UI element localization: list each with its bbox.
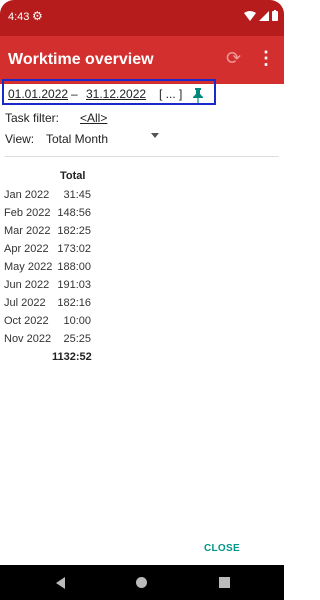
status-bar: 4:43 ⚙ — [0, 0, 284, 36]
table-row: Mar 2022 182:25 — [0, 225, 284, 243]
date-range-more-button[interactable]: [ ... ] — [159, 87, 182, 101]
close-button[interactable]: CLOSE — [204, 543, 240, 554]
task-filter-label: Task filter: — [5, 111, 60, 125]
row-value: 10:00 — [63, 315, 91, 327]
view-select[interactable]: Total Month — [46, 132, 108, 146]
signal-icon — [259, 10, 269, 21]
row-value: 182:16 — [57, 297, 91, 309]
row-month: May 2022 — [4, 261, 53, 273]
date-to[interactable]: 31.12.2022 — [86, 87, 146, 101]
table-row: Oct 2022 10:00 — [0, 315, 284, 333]
table-row: Feb 2022 148:56 — [0, 207, 284, 225]
table-header-total: Total — [60, 170, 86, 182]
more-options-icon[interactable]: ⋮ — [256, 48, 276, 69]
row-value: 25:25 — [63, 333, 91, 345]
home-icon[interactable] — [136, 577, 147, 588]
app-bar: Worktime overview ⟳ ⋮ — [0, 36, 284, 84]
row-value: 188:00 — [57, 261, 91, 273]
row-value: 182:25 — [57, 225, 91, 237]
battery-icon — [272, 10, 278, 21]
table-row: Jun 2022 191:03 — [0, 279, 284, 297]
row-month: Feb 2022 — [4, 207, 51, 219]
row-month: Jul 2022 — [4, 297, 46, 309]
status-time: 4:43 — [8, 11, 30, 23]
table-row: May 2022 188:00 — [0, 261, 284, 279]
back-icon[interactable] — [56, 577, 65, 589]
row-value: 148:56 — [57, 207, 91, 219]
table-row: Apr 2022 173:02 — [0, 243, 284, 261]
date-from[interactable]: 01.01.2022 — [8, 87, 68, 101]
grand-total: 1132:52 — [52, 351, 92, 363]
table-row: Jan 2022 31:45 — [0, 189, 284, 207]
table-row: Jul 2022 182:16 — [0, 297, 284, 315]
row-month: Apr 2022 — [4, 243, 49, 255]
row-value: 191:03 — [57, 279, 91, 291]
page-title: Worktime overview — [8, 51, 154, 68]
row-month: Nov 2022 — [4, 333, 52, 345]
refresh-icon[interactable]: ⟳ — [226, 48, 241, 69]
date-range-box: 01.01.2022 – 31.12.2022 [ ... ] — [2, 79, 216, 105]
table-total-row: 1132:52 — [0, 351, 284, 369]
pin-icon[interactable] — [192, 87, 204, 106]
view-label: View: — [5, 132, 35, 146]
task-filter-value[interactable]: <All> — [80, 111, 107, 125]
row-month: Jun 2022 — [4, 279, 50, 291]
wifi-icon — [244, 10, 256, 21]
row-value: 173:02 — [57, 243, 91, 255]
row-month: Mar 2022 — [4, 225, 51, 237]
gear-icon: ⚙ — [32, 9, 43, 23]
divider — [5, 156, 279, 157]
row-month: Oct 2022 — [4, 315, 49, 327]
navigation-bar — [0, 565, 284, 600]
chevron-down-icon[interactable] — [151, 133, 159, 138]
row-value: 31:45 — [63, 189, 91, 201]
table-row: Nov 2022 25:25 — [0, 333, 284, 351]
row-month: Jan 2022 — [4, 189, 50, 201]
status-icons — [244, 10, 278, 21]
date-separator: – — [71, 87, 78, 101]
recent-apps-icon[interactable] — [219, 577, 230, 588]
